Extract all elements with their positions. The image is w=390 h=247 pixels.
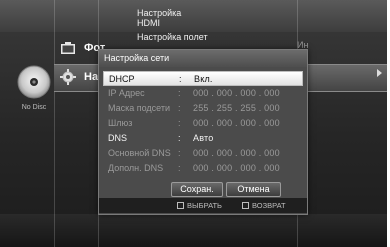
return-hint-label: ВОЗВРАТ: [252, 201, 286, 210]
bottom-band: [0, 214, 387, 247]
setting-row-dns[interactable]: DNS : Авто: [103, 131, 303, 146]
dialog-buttons: Сохран. Отмена: [99, 182, 307, 197]
top-menu-line: Настройка: [137, 8, 182, 18]
setting-colon: :: [178, 133, 181, 143]
setting-key: DHCP: [109, 74, 135, 84]
setting-value: Авто: [193, 133, 214, 143]
arrow-right-icon: [377, 69, 382, 77]
setting-value: 000 . 000 . 000 . 000: [193, 88, 280, 98]
photo-icon: [61, 42, 75, 54]
setting-row-secondary-dns[interactable]: Дополн. DNS : 000 . 000 . 000 . 000: [103, 161, 303, 176]
setting-row-primary-dns[interactable]: Основной DNS : 000 . 000 . 000 . 000: [103, 146, 303, 161]
setting-colon: :: [178, 118, 181, 128]
dialog-title: Настройка сети: [99, 50, 307, 67]
network-settings-dialog: Настройка сети DHCP : Вкл. IP Адрес : 00…: [98, 49, 308, 215]
setting-key: DNS: [108, 133, 128, 143]
setting-key: Маска подсети: [108, 103, 171, 113]
select-hint: ВЫБРАТЬ: [177, 198, 222, 213]
return-hint: ВОЗВРАТ: [242, 198, 286, 213]
setting-key: Дополн. DNS: [108, 163, 164, 173]
setting-value: 255 . 255 . 255 . 000: [193, 103, 280, 113]
setting-colon: :: [178, 163, 181, 173]
setting-key: Основной DNS: [108, 148, 171, 158]
setting-row-subnet[interactable]: Маска подсети : 255 . 255 . 255 . 000: [103, 101, 303, 116]
setting-row-dhcp[interactable]: DHCP : Вкл.: [103, 71, 303, 86]
return-key-icon: [242, 202, 249, 209]
setting-colon: :: [178, 103, 181, 113]
setting-row-ip[interactable]: IP Адрес : 000 . 000 . 000 . 000: [103, 86, 303, 101]
setting-value: 000 . 000 . 000 . 000: [193, 163, 280, 173]
select-hint-label: ВЫБРАТЬ: [187, 201, 222, 210]
setting-row-gateway[interactable]: Шлюз : 000 . 000 . 000 . 000: [103, 116, 303, 131]
top-menu-line: HDMI: [137, 18, 160, 28]
disc-label: No Disc: [21, 104, 47, 111]
setting-colon: :: [178, 88, 181, 98]
cancel-button[interactable]: Отмена: [226, 182, 281, 197]
setting-value: 000 . 000 . 000 . 000: [193, 148, 280, 158]
disc-icon: [17, 65, 51, 99]
settings-list: DHCP : Вкл. IP Адрес : 000 . 000 . 000 .…: [99, 71, 307, 176]
setting-key: IP Адрес: [108, 88, 145, 98]
setting-colon: :: [178, 148, 181, 158]
setting-value: 000 . 000 . 000 . 000: [193, 118, 280, 128]
setting-key: Шлюз: [108, 118, 133, 128]
enter-key-icon: [177, 202, 184, 209]
screen: No Disc Настройка HDMI Настройка полет Ф…: [0, 0, 387, 247]
gear-icon: [60, 69, 76, 85]
setting-value: Вкл.: [194, 74, 213, 84]
save-button[interactable]: Сохран.: [171, 182, 223, 197]
dialog-footer: ВЫБРАТЬ ВОЗВРАТ: [99, 198, 307, 213]
setting-colon: :: [179, 74, 182, 84]
